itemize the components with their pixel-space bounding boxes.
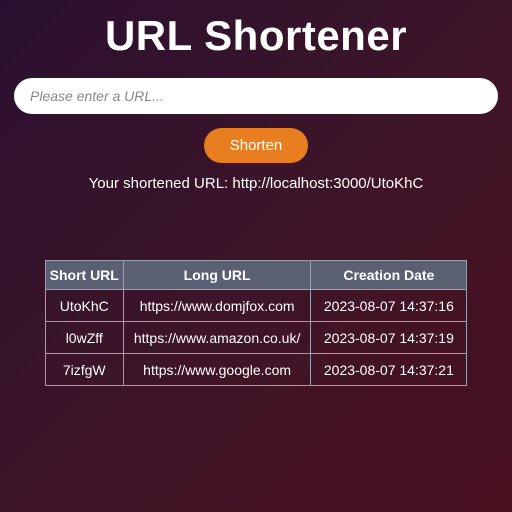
cell-short: UtoKhC [45,290,123,322]
shorten-button[interactable]: Shorten [204,128,309,163]
result-prefix: Your shortened URL: [89,175,233,192]
cell-long: https://www.domjfox.com [123,290,311,322]
cell-short: l0wZff [45,322,123,354]
result-text: Your shortened URL: http://localhost:300… [89,175,424,192]
table-row: 7izfgW https://www.google.com 2023-08-07… [45,354,467,386]
cell-date: 2023-08-07 14:37:16 [311,290,467,322]
cell-date: 2023-08-07 14:37:21 [311,354,467,386]
cell-date: 2023-08-07 14:37:19 [311,322,467,354]
url-input[interactable] [14,78,498,114]
result-url: http://localhost:3000/UtoKhC [232,175,423,192]
col-short-url: Short URL [45,261,123,290]
url-input-row [10,78,502,114]
cell-short: 7izfgW [45,354,123,386]
page-title: URL Shortener [105,12,407,60]
col-long-url: Long URL [123,261,311,290]
cell-long: https://www.amazon.co.uk/ [123,322,311,354]
table-header-row: Short URL Long URL Creation Date [45,261,467,290]
url-table: Short URL Long URL Creation Date UtoKhC … [45,260,468,386]
col-creation-date: Creation Date [311,261,467,290]
table-row: l0wZff https://www.amazon.co.uk/ 2023-08… [45,322,467,354]
table-row: UtoKhC https://www.domjfox.com 2023-08-0… [45,290,467,322]
url-table-wrap: Short URL Long URL Creation Date UtoKhC … [45,260,468,386]
cell-long: https://www.google.com [123,354,311,386]
